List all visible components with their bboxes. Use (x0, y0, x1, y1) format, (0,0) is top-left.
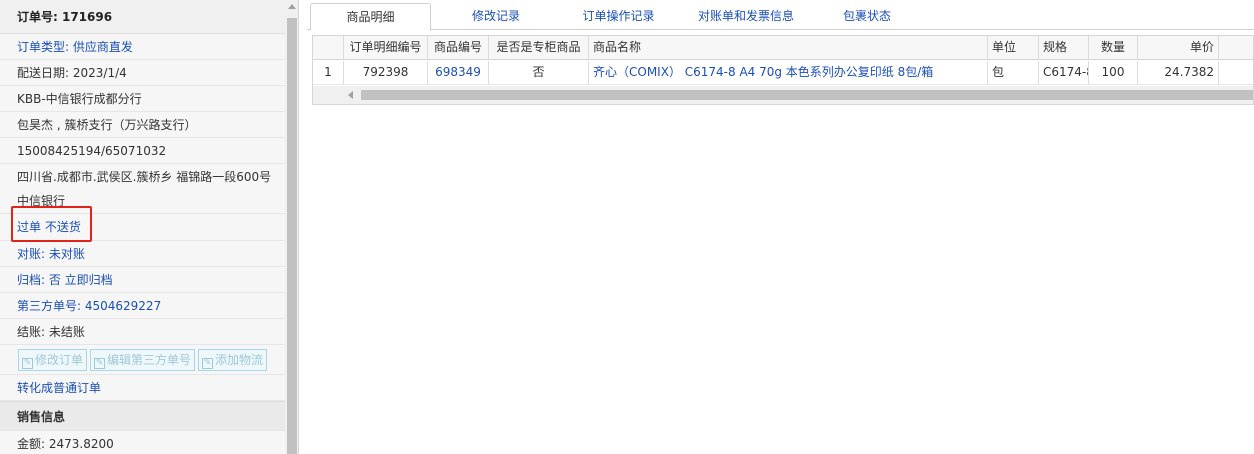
edit-order-button[interactable]: ✎ 修改订单 (18, 349, 88, 371)
table-row[interactable]: 1 792398 698349 否 齐心（COMIX） C6174-8 A4 7… (313, 61, 1253, 85)
phone-number: 15008425194/65071032 (0, 138, 285, 164)
tab-order-operations[interactable]: 订单操作记录 (561, 3, 676, 30)
third-party-number: 第三方单号: 4504629227 (0, 293, 285, 319)
action-buttons: ✎ 修改订单 ✎ 编辑第三方单号 ✎ 添加物流 (0, 345, 285, 375)
cell-spec: C6174-8 (1039, 61, 1089, 85)
tab-change-log[interactable]: 修改记录 (441, 3, 551, 30)
tab-statements-invoices[interactable]: 对账单和发票信息 (681, 3, 811, 30)
grid-header: 订单明细编号 商品编号 是否是专柜商品 商品名称 单位 规格 数量 单价 (313, 36, 1253, 60)
col-product-name[interactable]: 商品名称 (589, 36, 988, 60)
cell-product-name-link[interactable]: 齐心（COMIX） C6174-8 A4 70g 本色系列办公复印纸 8包/箱 (589, 61, 988, 85)
grid-horizontal-scrollbar[interactable] (313, 86, 1253, 104)
order-info-panel: 订单号: 171696 订单类型: 供应商直发 配送日期: 2023/1/4 K… (0, 0, 299, 454)
cell-counter-product: 否 (489, 61, 589, 85)
cell-unit: 包 (988, 61, 1039, 85)
col-detail-id[interactable]: 订单明细编号 (344, 36, 428, 60)
scroll-thumb[interactable] (361, 90, 1253, 100)
highlight-box (11, 206, 92, 242)
order-number: 订单号: 171696 (0, 0, 285, 34)
edit-third-party-button[interactable]: ✎ 编辑第三方单号 (90, 349, 196, 371)
delivery-date: 配送日期: 2023/1/4 (0, 60, 285, 86)
tab-package-status[interactable]: 包裹状态 (817, 3, 917, 30)
col-product-id[interactable]: 商品编号 (428, 36, 489, 60)
cell-quantity: 100 (1089, 61, 1138, 85)
settle-status: 结账: 未结账 (0, 319, 285, 345)
col-rownum (313, 36, 344, 60)
detail-panel: 商品明细 修改记录 订单操作记录 对账单和发票信息 包裹状态 订单明细编号 商品… (307, 0, 1254, 454)
add-logistics-button[interactable]: ✎ 添加物流 (198, 349, 268, 371)
edit-icon: ✎ (22, 358, 33, 369)
reconcile-status: 对账: 未对账 (0, 241, 285, 267)
amount: 金额: 2473.8200 (0, 431, 285, 454)
scroll-up-arrow-icon[interactable] (288, 4, 296, 9)
col-counter-product[interactable]: 是否是专柜商品 (489, 36, 589, 60)
cell-product-id-link[interactable]: 698349 (428, 61, 489, 85)
scroll-left-arrow-icon[interactable] (348, 91, 353, 99)
cell-rownum: 1 (313, 61, 344, 85)
order-type: 订单类型: 供应商直发 (0, 34, 285, 60)
contact-info: 包昊杰 , 簇桥支行（万兴路支行） (0, 112, 285, 138)
add-logistics-label: 添加物流 (215, 353, 264, 367)
cell-unit-price: 24.7382 (1138, 61, 1219, 85)
tab-product-details[interactable]: 商品明细 (310, 3, 431, 31)
sales-info-header: 销售信息 (0, 401, 285, 431)
col-spec[interactable]: 规格 (1039, 36, 1089, 60)
edit-icon: ✎ (94, 358, 106, 369)
edit-icon: ✎ (202, 358, 214, 369)
left-scrollbar[interactable] (285, 0, 298, 454)
cell-detail-id: 792398 (344, 61, 428, 85)
branch-name: KBB-中信银行成都分行 (0, 86, 285, 112)
address-line: 四川省.成都市.武侯区.簇桥乡 福锦路一段600号 (17, 170, 272, 184)
scroll-thumb[interactable] (287, 18, 297, 454)
app-root: 订单号: 171696 订单类型: 供应商直发 配送日期: 2023/1/4 K… (0, 0, 1254, 454)
col-quantity[interactable]: 数量 (1089, 36, 1138, 60)
archive-status[interactable]: 归档: 否 立即归档 (0, 267, 285, 293)
convert-to-normal-link[interactable]: 转化成普通订单 (0, 375, 285, 401)
edit-third-party-label: 编辑第三方单号 (107, 353, 192, 367)
edit-order-label: 修改订单 (35, 353, 84, 367)
col-unit-price[interactable]: 单价 (1138, 36, 1219, 60)
col-unit[interactable]: 单位 (988, 36, 1039, 60)
tab-bar: 商品明细 修改记录 订单操作记录 对账单和发票信息 包裹状态 (307, 3, 1254, 31)
product-grid: 订单明细编号 商品编号 是否是专柜商品 商品名称 单位 规格 数量 单价 1 7… (312, 35, 1254, 105)
